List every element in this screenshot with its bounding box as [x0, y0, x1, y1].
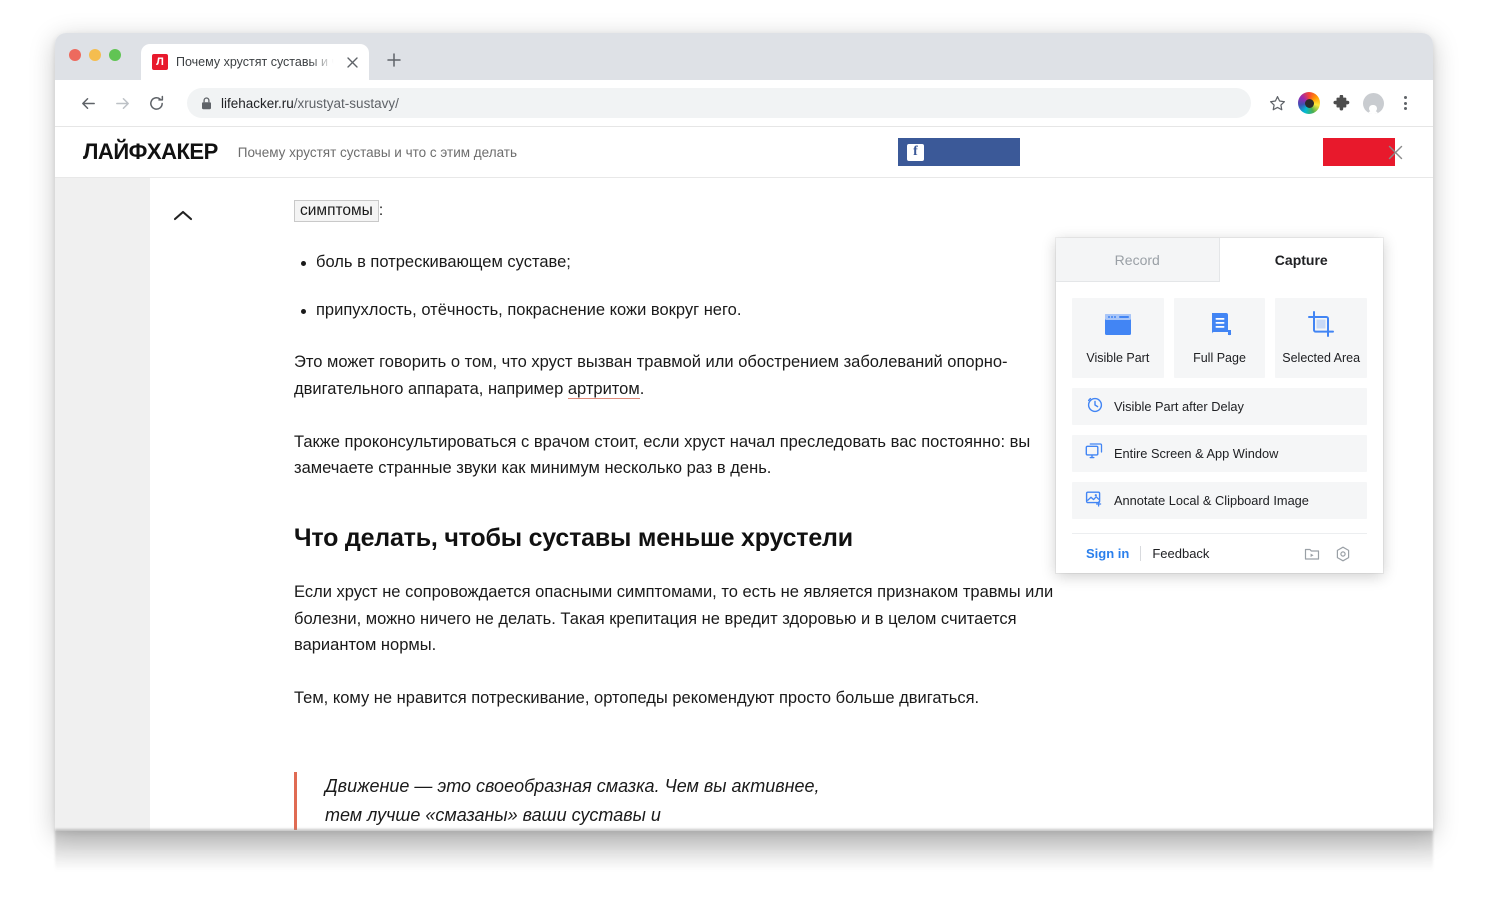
new-tab-button[interactable]	[381, 47, 407, 73]
gear-hexagon-icon[interactable]	[1333, 544, 1353, 564]
capture-visible-part-button[interactable]: Visible Part	[1072, 298, 1164, 378]
browser-toolbar: lifehacker.ru/xrustyat-sustavy/	[55, 80, 1433, 127]
screen: Л Почему хрустят суставы и что с этим де…	[0, 0, 1488, 898]
facebook-share-button[interactable]: f	[898, 138, 1020, 166]
left-rail	[55, 178, 150, 831]
capture-tiles: Visible Part Full Page Selected Area	[1072, 298, 1368, 378]
article-content: симптомы: боль в потрескивающем суставе;…	[294, 178, 1054, 831]
tab-capture[interactable]: Capture	[1219, 238, 1383, 282]
paragraph-3: Если хруст не сопровождается опасными си…	[294, 583, 1054, 655]
browser-window: Л Почему хрустят суставы и что с этим де…	[55, 33, 1433, 831]
reload-icon[interactable]	[141, 88, 171, 118]
paragraph-2: Также проконсультироваться с врачом стои…	[294, 432, 1031, 478]
back-arrow-icon[interactable]	[73, 88, 103, 118]
section-heading: Что делать, чтобы суставы меньше хрустел…	[294, 524, 853, 552]
address-bar[interactable]: lifehacker.ru/xrustyat-sustavy/	[187, 88, 1251, 118]
tile-label: Selected Area	[1282, 351, 1361, 365]
profile-avatar-icon[interactable]	[1359, 89, 1387, 117]
row-label: Entire Screen & App Window	[1114, 446, 1279, 461]
tab-close-icon[interactable]	[343, 53, 361, 71]
clock-icon	[1085, 395, 1103, 418]
lock-icon	[201, 96, 212, 110]
row-label: Visible Part after Delay	[1114, 399, 1244, 414]
header-article-title: Почему хрустят суставы и что с этим дела…	[237, 144, 518, 160]
tab-favicon-icon: Л	[152, 54, 168, 70]
popup-body: Visible Part Full Page Selected Area Vis…	[1056, 282, 1383, 573]
screenshot-extension-popup: Record Capture Visible Part Full Page Se…	[1056, 238, 1383, 573]
site-logo[interactable]: ЛАЙФХАКЕР	[83, 139, 218, 165]
footer-divider	[1140, 546, 1142, 561]
browser-tab[interactable]: Л Почему хрустят суставы и что с этим де…	[141, 44, 369, 80]
tab-strip: Л Почему хрустят суставы и что с этим де…	[55, 33, 1433, 80]
maximize-window-button[interactable]	[109, 49, 121, 61]
video-folder-icon[interactable]	[1302, 544, 1322, 564]
blockquote: Движение — это своеобразная смазка. Чем …	[294, 771, 845, 831]
paragraph-1-before: Это может говорить о том, что хруст вызв…	[294, 353, 1008, 398]
forward-arrow-icon[interactable]	[107, 88, 137, 118]
symptoms-list: боль в потрескивающем суставе; припухлос…	[294, 250, 1054, 323]
puzzle-piece-icon[interactable]	[1327, 89, 1355, 117]
web-page: ЛАЙФХАКЕР Почему хрустят суставы и что с…	[55, 127, 1433, 831]
symptoms-tag-line: симптомы:	[294, 200, 1054, 222]
star-icon[interactable]	[1263, 89, 1291, 117]
image-plus-icon	[1085, 489, 1103, 512]
header-close-icon[interactable]	[1382, 139, 1408, 165]
tile-label: Visible Part	[1086, 350, 1150, 365]
window-drop-shadow	[55, 829, 1433, 871]
monitor-icon	[1085, 442, 1103, 465]
capture-selected-area-button[interactable]: Selected Area	[1275, 298, 1368, 378]
tab-record[interactable]: Record	[1056, 238, 1220, 282]
popup-footer: Sign in Feedback	[1072, 533, 1367, 573]
site-header: ЛАЙФХАКЕР Почему хрустят суставы и что с…	[55, 127, 1433, 178]
paragraph-4: Тем, кому не нравится потрескивание, орт…	[294, 689, 980, 708]
list-item: припухлость, отёчность, покраснение кожи…	[301, 298, 1054, 324]
sign-in-link[interactable]: Sign in	[1086, 546, 1129, 561]
popup-tabs: Record Capture	[1056, 238, 1383, 282]
rainbow-extension-icon[interactable]	[1295, 89, 1323, 117]
chevron-up-icon[interactable]	[168, 200, 198, 230]
kebab-menu-icon[interactable]	[1391, 89, 1419, 117]
facebook-icon: f	[907, 143, 924, 161]
tile-label: Full Page	[1193, 351, 1246, 365]
feedback-link[interactable]: Feedback	[1152, 546, 1209, 561]
capture-visible-part-after-delay-button[interactable]: Visible Part after Delay	[1072, 388, 1367, 425]
row-label: Annotate Local & Clipboard Image	[1114, 493, 1309, 508]
full-page-icon	[1205, 311, 1235, 343]
list-item: боль в потрескивающем суставе;	[301, 250, 1054, 276]
url-text: lifehacker.ru/xrustyat-sustavy/	[221, 95, 399, 111]
capture-entire-screen-button[interactable]: Entire Screen & App Window	[1072, 435, 1367, 472]
tag-suffix: :	[378, 202, 384, 219]
minimize-window-button[interactable]	[89, 49, 101, 61]
paragraph-1-after: .	[639, 379, 645, 398]
browser-window-icon	[1103, 312, 1133, 343]
close-window-button[interactable]	[69, 49, 81, 61]
annotate-local-clipboard-image-button[interactable]: Annotate Local & Clipboard Image	[1072, 482, 1367, 519]
crop-icon	[1306, 311, 1336, 343]
symptoms-tag: симптомы	[294, 200, 379, 222]
capture-full-page-button[interactable]: Full Page	[1173, 298, 1266, 378]
window-traffic-lights	[69, 49, 121, 61]
tab-title: Почему хрустят суставы и что с этим дела…	[176, 55, 335, 69]
paragraph-1: Это может говорить о том, что хруст вызв…	[294, 349, 1054, 402]
arthritis-link[interactable]: артритом	[567, 379, 640, 399]
